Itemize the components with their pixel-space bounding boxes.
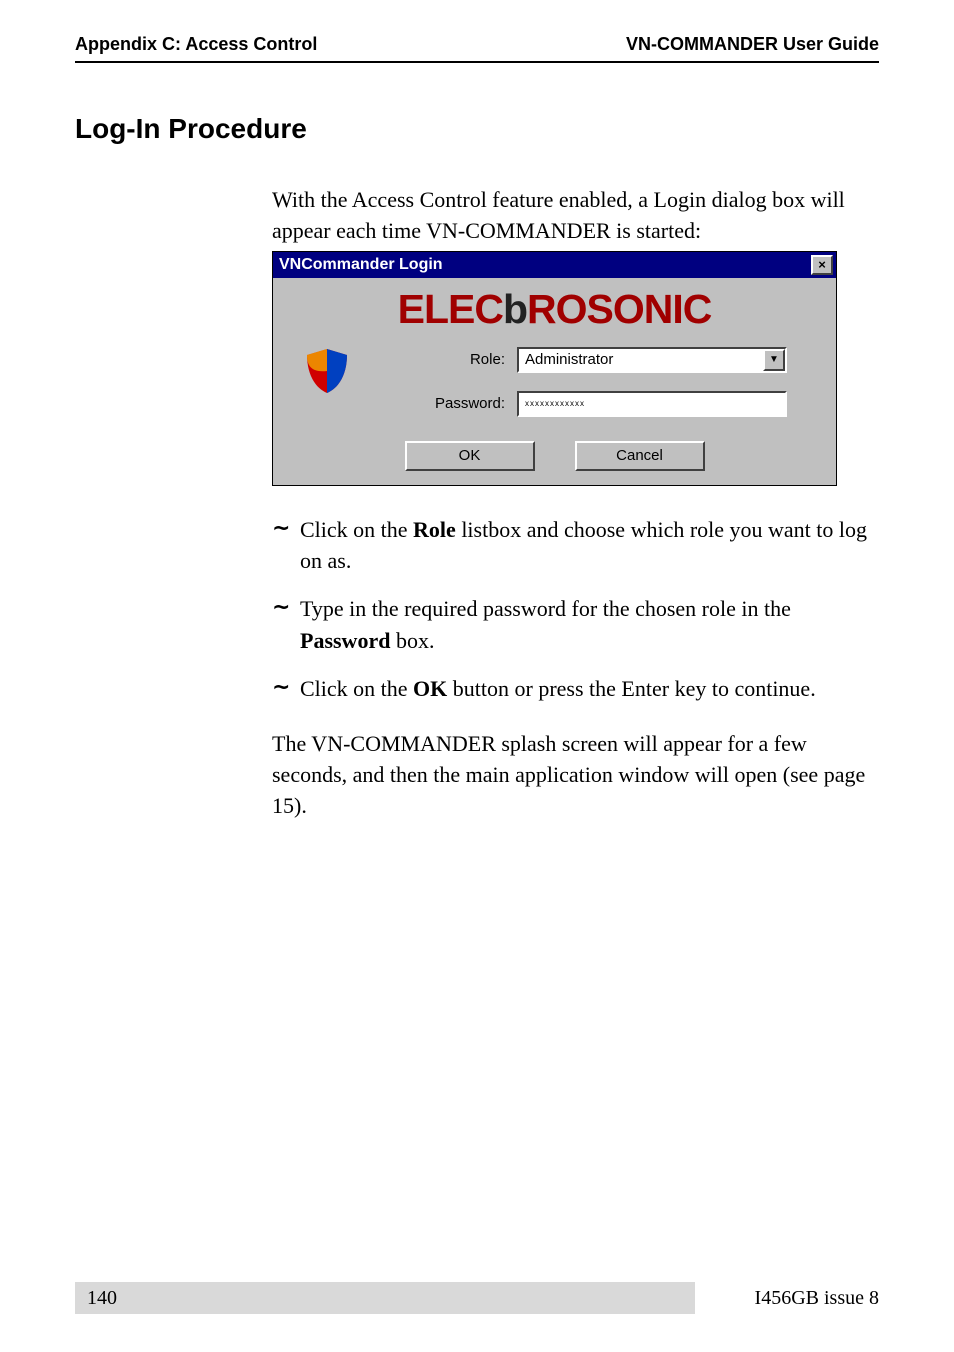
ok-button[interactable]: OK <box>405 441 535 471</box>
page-header: Appendix C: Access Control VN-COMMANDER … <box>0 0 954 61</box>
intro-paragraph: With the Access Control feature enabled,… <box>272 185 874 247</box>
password-label: Password: <box>367 395 517 412</box>
close-button[interactable]: × <box>811 255 833 275</box>
password-value: хххххххххххх <box>525 399 585 408</box>
step-text: Click on the Role listbox and choose whi… <box>300 514 874 578</box>
logo: ELECbROSONIC <box>398 286 712 332</box>
button-row: OK Cancel <box>287 441 822 471</box>
outro-paragraph: The VN-COMMANDER splash screen will appe… <box>272 729 874 821</box>
login-dialog: VNCommander Login × ELECbROSONIC Role: A… <box>272 251 837 486</box>
header-divider <box>75 61 879 63</box>
bullet-icon: ~ <box>272 593 300 657</box>
chevron-down-icon[interactable]: ▼ <box>763 349 785 371</box>
header-left: Appendix C: Access Control <box>75 34 317 55</box>
step-text: Click on the OK button or press the Ente… <box>300 673 874 705</box>
page-number: 140 <box>87 1287 117 1310</box>
role-select[interactable]: Administrator ▼ <box>517 347 787 373</box>
bullet-icon: ~ <box>272 514 300 578</box>
list-item: ~ Type in the required password for the … <box>272 593 874 657</box>
role-value: Administrator <box>525 351 613 368</box>
header-right: VN-COMMANDER User Guide <box>626 34 879 55</box>
password-input[interactable]: хххххххххххх <box>517 391 787 417</box>
dialog-titlebar: VNCommander Login × <box>273 252 836 278</box>
dialog-title: VNCommander Login <box>279 256 443 274</box>
form-area: Role: Administrator ▼ Password: хххххххх… <box>287 347 822 417</box>
role-label: Role: <box>367 351 517 368</box>
doc-id: I456GB issue 8 <box>695 1282 879 1314</box>
section-heading: Log-In Procedure <box>75 113 954 145</box>
list-item: ~ Click on the OK button or press the En… <box>272 673 874 705</box>
security-shield-icon <box>303 347 351 395</box>
cancel-button[interactable]: Cancel <box>575 441 705 471</box>
list-item: ~ Click on the Role listbox and choose w… <box>272 514 874 578</box>
page-footer: 140 I456GB issue 8 <box>0 1282 954 1314</box>
steps-list: ~ Click on the Role listbox and choose w… <box>272 514 874 705</box>
logo-row: ELECbROSONIC <box>287 286 822 333</box>
dialog-body: ELECbROSONIC Role: Administrator ▼ Passw… <box>273 278 836 485</box>
bullet-icon: ~ <box>272 673 300 705</box>
step-text: Type in the required password for the ch… <box>300 593 874 657</box>
